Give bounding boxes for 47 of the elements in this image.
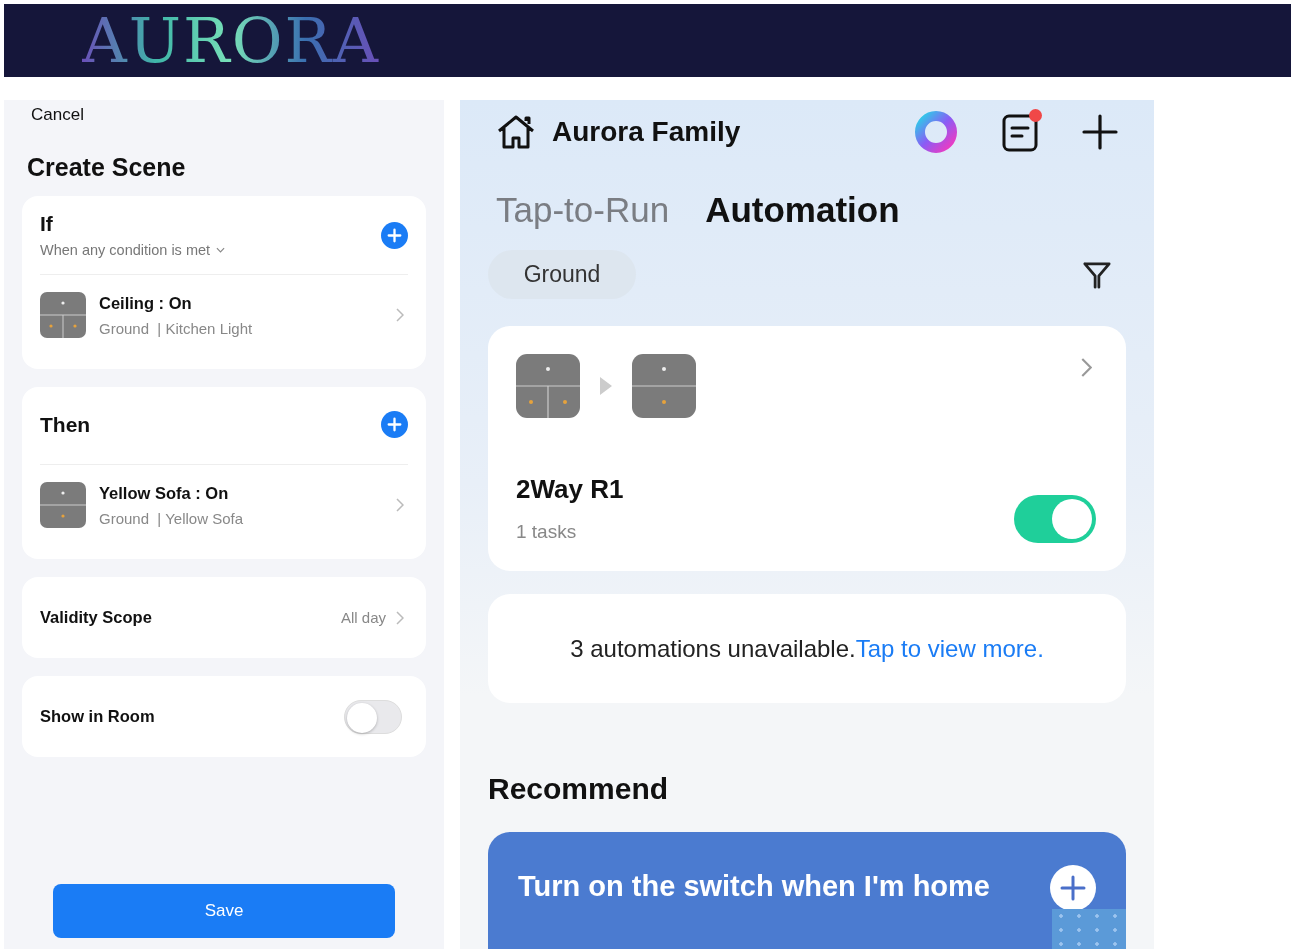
condition-dropdown[interactable]: When any condition is met (40, 242, 226, 258)
task-count: 1 tasks (516, 521, 578, 543)
add-icon[interactable] (1050, 865, 1096, 911)
device-location: Ground | Yellow Sofa (99, 509, 244, 527)
section-title: If (40, 212, 54, 236)
save-button[interactable]: Save (53, 884, 395, 938)
setting-label: Validity Scope (40, 608, 153, 627)
play-icon (600, 377, 612, 395)
device-location: Ground | Kitchen Light (99, 319, 254, 337)
cancel-button[interactable]: Cancel (22, 100, 84, 125)
device-name: Yellow Sofa : On (99, 483, 230, 503)
filter-icon[interactable] (1083, 259, 1111, 290)
validity-row[interactable]: Validity Scope All day (22, 577, 426, 658)
condition-row[interactable]: Ceiling : On Ground | Kitchen Light (40, 275, 408, 369)
switch-icon (40, 292, 86, 338)
chevron-icon (396, 498, 404, 512)
section-title: Recommend (488, 772, 670, 806)
setting-label: Show in Room (40, 707, 156, 726)
notes-icon[interactable] (1002, 112, 1038, 152)
home-icon[interactable] (496, 114, 536, 150)
room-chip[interactable]: Ground (488, 250, 636, 299)
section-title: Then (40, 412, 91, 437)
toggle-switch[interactable] (344, 699, 402, 734)
caret-icon (216, 247, 226, 253)
home-title[interactable]: Aurora Family (552, 116, 741, 148)
chevron-icon (1081, 358, 1092, 377)
switch-icon (40, 482, 86, 528)
page-title: Create Scene (27, 153, 187, 182)
action-row[interactable]: Yellow Sofa : On Ground | Yellow Sofa (40, 465, 408, 559)
view-more-link[interactable]: Tap to view more. (855, 634, 1044, 663)
chevron-icon (396, 308, 404, 322)
add-icon[interactable] (381, 221, 408, 249)
switch-icon (516, 354, 580, 418)
recommend-card[interactable]: Turn on the switch when I'm home (488, 832, 1126, 949)
plus-icon[interactable] (1082, 114, 1118, 150)
unavailable-message: 3 automations unavailable. (570, 634, 856, 663)
automation-card[interactable]: 2Way R1 1 tasks (488, 326, 1126, 571)
switch-icon (632, 354, 696, 418)
chevron-icon (396, 610, 404, 625)
setting-value: All day (340, 609, 386, 626)
device-name: Ceiling : On (99, 293, 193, 313)
ring-icon[interactable] (914, 110, 958, 154)
tab[interactable]: Automation (705, 190, 900, 230)
recommend-text: Turn on the switch when I'm home (518, 870, 990, 903)
add-icon[interactable] (381, 411, 408, 438)
automation-name: 2Way R1 (516, 474, 624, 505)
toggle-switch[interactable] (1014, 495, 1096, 543)
